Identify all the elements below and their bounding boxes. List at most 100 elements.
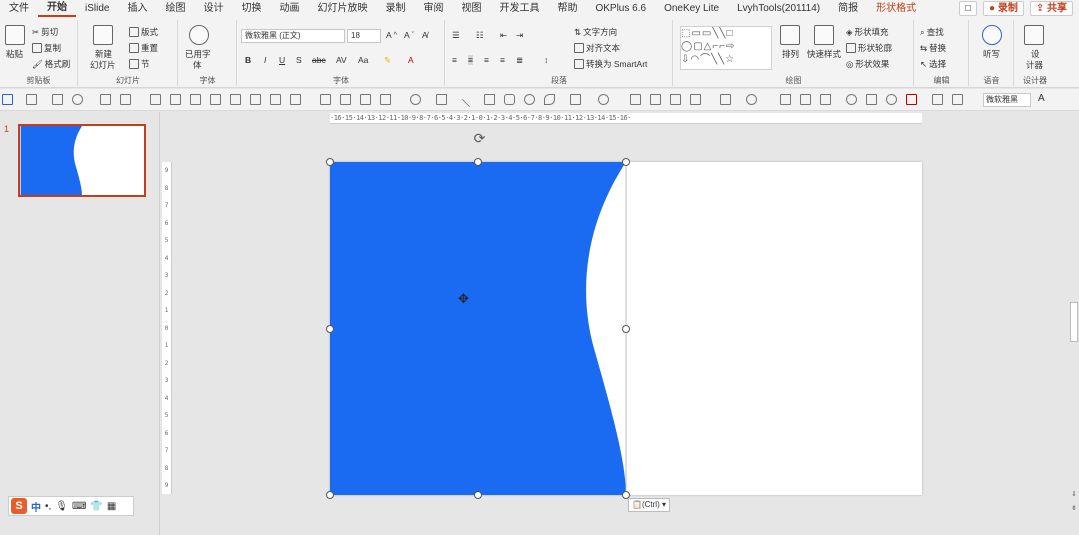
- spacing-button[interactable]: AV: [336, 55, 347, 65]
- align-center-button[interactable]: ≡: [468, 55, 473, 65]
- save-icon[interactable]: [52, 94, 63, 105]
- align-top-icon[interactable]: [170, 94, 181, 105]
- smartart-button[interactable]: 转换为 SmartArt: [574, 58, 647, 70]
- freeform-icon[interactable]: [544, 94, 555, 105]
- slideshow-icon[interactable]: [100, 94, 111, 105]
- strikethrough-button[interactable]: S: [296, 55, 302, 65]
- slide-thumbnail[interactable]: [18, 124, 146, 197]
- tab-home[interactable]: 开始: [38, 1, 76, 17]
- arrange-button[interactable]: 排列: [782, 48, 799, 60]
- paste-icon[interactable]: [5, 25, 25, 45]
- tab-animations[interactable]: 动画: [270, 0, 308, 18]
- textbox-icon[interactable]: [866, 94, 877, 105]
- tab-islide[interactable]: iSlide: [76, 0, 118, 18]
- keyboard-icon[interactable]: ⌨: [72, 501, 86, 512]
- scrollbar-thumb[interactable]: [1070, 302, 1078, 342]
- picture-icon[interactable]: [630, 94, 641, 105]
- oval-icon[interactable]: [524, 94, 535, 105]
- eyedropper-icon[interactable]: [780, 94, 791, 105]
- font-size-field[interactable]: 18: [347, 29, 381, 43]
- font-color-button[interactable]: A: [408, 55, 414, 65]
- send-back-icon[interactable]: [380, 94, 391, 105]
- resize-handle-tr[interactable]: [622, 158, 630, 166]
- tab-developer[interactable]: 开发工具: [490, 0, 548, 18]
- find-button[interactable]: ⌕ 查找: [920, 26, 944, 38]
- qat-font-field[interactable]: 微软雅黑: [983, 93, 1031, 107]
- new-slide-label2[interactable]: 幻灯片: [90, 59, 116, 71]
- used-fonts-icon[interactable]: [189, 25, 209, 45]
- eyedropper3-icon[interactable]: [932, 94, 943, 105]
- shape-fill-qat-icon[interactable]: [2, 94, 13, 105]
- close-pane-icon[interactable]: [120, 94, 131, 105]
- paste-options-button[interactable]: 📋(Ctrl) ▾: [628, 498, 670, 512]
- bullets-button[interactable]: ☰: [452, 30, 460, 41]
- justify-button[interactable]: ≡: [500, 55, 505, 65]
- edit-text-icon[interactable]: [720, 94, 731, 105]
- shape-fill-button[interactable]: ◈ 形状填充: [846, 26, 889, 38]
- bring-front-icon[interactable]: [360, 94, 371, 105]
- screenshot-icon[interactable]: [26, 94, 37, 105]
- resize-handle-bl[interactable]: [326, 491, 334, 499]
- edit-points-icon[interactable]: [436, 94, 447, 105]
- tab-onekey[interactable]: OneKey Lite: [655, 0, 728, 18]
- toolbox-icon[interactable]: ▦: [107, 501, 116, 512]
- crop-icon[interactable]: [650, 94, 661, 105]
- font-color-qat-icon[interactable]: [906, 94, 917, 105]
- highlight-button[interactable]: ✎: [384, 55, 391, 66]
- vertical-scrollbar[interactable]: ⇓ ⇟: [1069, 112, 1079, 535]
- scroll-page-down-icon[interactable]: ⇟: [1070, 504, 1078, 512]
- tab-record[interactable]: 录制: [376, 0, 414, 18]
- bold-button[interactable]: B: [245, 55, 251, 65]
- grow-font-button[interactable]: A ^: [386, 30, 397, 40]
- tab-shape-format[interactable]: 形状格式: [867, 0, 925, 18]
- group-icon[interactable]: [320, 94, 331, 105]
- resize-handle-tl[interactable]: [326, 158, 334, 166]
- tab-draw[interactable]: 绘图: [156, 0, 194, 18]
- resize-handle-bm[interactable]: [474, 491, 482, 499]
- resize-handle-ml[interactable]: [326, 325, 334, 333]
- copy-button[interactable]: 复制: [32, 42, 61, 54]
- sogou-logo-icon[interactable]: S: [11, 498, 27, 514]
- cut-button[interactable]: ✂ 剪切: [32, 26, 58, 38]
- decrease-indent-button[interactable]: ⇤: [500, 30, 507, 41]
- punctuation-icon[interactable]: •,: [45, 501, 51, 512]
- designer-icon[interactable]: [1024, 25, 1044, 45]
- align-center-icon[interactable]: [230, 94, 241, 105]
- layout-button[interactable]: 版式: [129, 26, 158, 38]
- replace-button[interactable]: ⇆ 替换: [920, 42, 946, 54]
- new-slide-icon[interactable]: [93, 25, 113, 45]
- image-icon[interactable]: [670, 94, 681, 105]
- distribute-v-icon[interactable]: [290, 94, 301, 105]
- tab-transitions[interactable]: 切换: [232, 0, 270, 18]
- align-left-button[interactable]: ≡: [452, 55, 457, 65]
- circle-icon[interactable]: [886, 94, 897, 105]
- align-bottom-icon[interactable]: [150, 94, 161, 105]
- shape-outline-qat-icon[interactable]: [570, 94, 581, 105]
- tab-slideshow[interactable]: 幻灯片放映: [308, 0, 376, 18]
- format-painter-button[interactable]: 🖌 格式刷: [32, 58, 70, 70]
- font-name-field[interactable]: 微软雅黑 (正文): [241, 29, 345, 43]
- ime-language-toggle[interactable]: 中: [31, 499, 41, 514]
- lasso-icon[interactable]: [746, 94, 757, 105]
- shape-outline-button[interactable]: 形状轮廓: [846, 42, 892, 54]
- distributed-button[interactable]: ≣: [516, 55, 523, 66]
- shrink-font-button[interactable]: Aˇ: [404, 30, 414, 40]
- tab-okplus[interactable]: OKPlus 6.6: [586, 0, 655, 18]
- used-fonts-line2[interactable]: 体: [193, 59, 202, 71]
- tab-lvyhtools[interactable]: LvyhTools(201114): [728, 0, 829, 18]
- eyedropper2-icon[interactable]: [800, 94, 811, 105]
- skin-icon[interactable]: 👕: [90, 501, 102, 512]
- align-right-icon[interactable]: [210, 94, 221, 105]
- undo-icon[interactable]: [72, 94, 83, 105]
- numbering-button[interactable]: ☷: [476, 30, 484, 41]
- case-button[interactable]: Aa: [358, 55, 368, 65]
- shapes-gallery[interactable]: ⬚▭▭╲╲□ ◯▢△⌐⌐⇨ ⇩◠⌒╲╲☆: [680, 26, 772, 70]
- record-button[interactable]: ● 录制: [983, 1, 1024, 16]
- align-middle-icon[interactable]: [250, 94, 261, 105]
- dictate-button[interactable]: 听写: [983, 48, 1000, 60]
- quick-styles-button[interactable]: 快速样式: [807, 48, 841, 60]
- align-right-button[interactable]: ≡: [484, 55, 489, 65]
- rotate-handle[interactable]: ⟳: [472, 131, 487, 146]
- text-direction-button[interactable]: ⇅ 文字方向: [574, 26, 617, 38]
- reset-button[interactable]: 重置: [129, 42, 158, 54]
